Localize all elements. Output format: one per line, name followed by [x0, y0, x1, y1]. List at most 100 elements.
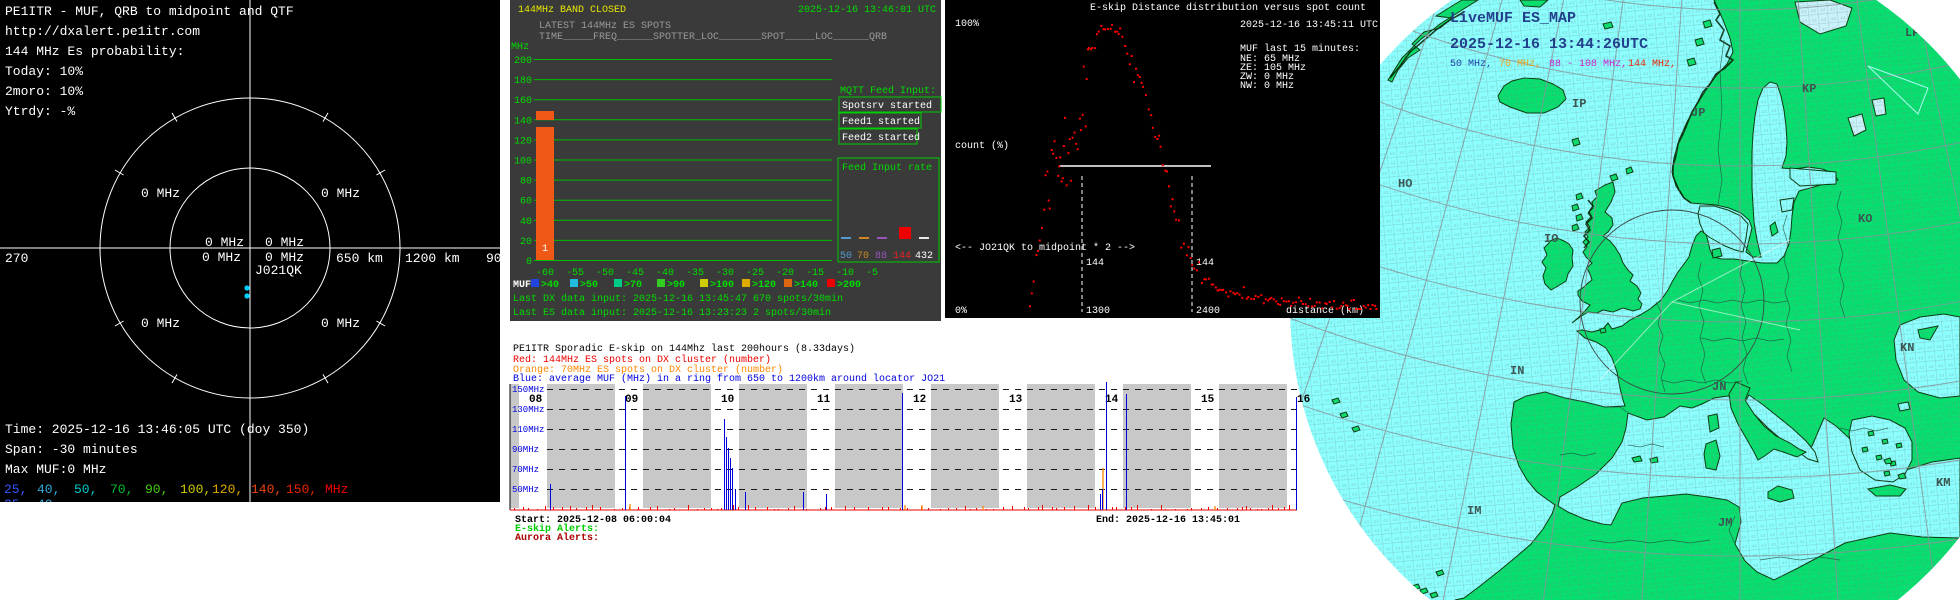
svg-text:120,: 120, — [212, 482, 243, 497]
svg-text:distance (km): distance (km) — [1286, 305, 1364, 317]
svg-text:14: 14 — [1105, 394, 1119, 406]
svg-text:144: 144 — [893, 251, 911, 262]
svg-text:Feed Input rate: Feed Input rate — [842, 162, 932, 174]
svg-text:Aurora Alerts:: Aurora Alerts: — [515, 532, 599, 544]
svg-text:Feed1 started: Feed1 started — [842, 116, 920, 128]
svg-text:90MHz: 90MHz — [512, 445, 539, 455]
svg-text:-20: -20 — [776, 268, 794, 279]
svg-text:KN: KN — [1900, 341, 1914, 355]
svg-text:>120: >120 — [752, 280, 776, 291]
svg-text:Max MUF:0 MHz: Max MUF:0 MHz — [5, 462, 106, 477]
svg-text:0 MHz: 0 MHz — [265, 235, 304, 250]
svg-text:650 km: 650 km — [336, 251, 383, 266]
svg-text:MQTT Feed Input:: MQTT Feed Input: — [840, 85, 936, 97]
svg-text:270: 270 — [5, 251, 28, 266]
svg-text:-45: -45 — [626, 268, 644, 279]
svg-text:144: 144 — [1196, 258, 1214, 269]
svg-text:0 MHz: 0 MHz — [202, 250, 241, 265]
svg-text:-50: -50 — [596, 268, 614, 279]
svg-text:90: 90 — [486, 251, 502, 266]
svg-text:70,: 70, — [110, 482, 133, 497]
svg-text:IO: IO — [1544, 232, 1558, 246]
svg-text:<-- JO21QK to midpoint * 2 -->: <-- JO21QK to midpoint * 2 --> — [955, 242, 1135, 254]
svg-text:2025-12-16 13:45:11 UTC: 2025-12-16 13:45:11 UTC — [1240, 20, 1378, 31]
svg-text:Blue: average MUF (MHz) in a r: Blue: average MUF (MHz) in a ring from 6… — [513, 373, 945, 385]
svg-text:LiveMUF ES_MAP: LiveMUF ES_MAP — [1450, 10, 1576, 27]
svg-text:IP: IP — [1572, 97, 1586, 111]
svg-text:50,: 50, — [74, 482, 97, 497]
svg-text:160: 160 — [514, 96, 532, 107]
svg-text:180: 180 — [514, 76, 532, 87]
svg-text:Span: -30 minutes: Span: -30 minutes — [5, 442, 138, 457]
svg-text:50MHz: 50MHz — [512, 485, 539, 495]
svg-text:80: 80 — [520, 177, 532, 188]
svg-text:-25: -25 — [746, 268, 764, 279]
svg-text:>140: >140 — [794, 280, 818, 291]
svg-text:144 MHz,: 144 MHz, — [1628, 59, 1676, 70]
svg-text:1200 km: 1200 km — [405, 251, 460, 266]
svg-text:KO: KO — [1858, 212, 1872, 226]
svg-text:12: 12 — [913, 394, 926, 406]
svg-text:200: 200 — [514, 56, 532, 67]
svg-text:>50: >50 — [580, 280, 598, 291]
svg-text:NW: 0 MHz: NW: 0 MHz — [1240, 81, 1294, 92]
svg-text:150MHz: 150MHz — [512, 385, 544, 395]
svg-text:50: 50 — [840, 251, 852, 262]
svg-text:JP: JP — [1691, 106, 1705, 120]
svg-text:120: 120 — [514, 136, 532, 147]
svg-text:>90: >90 — [667, 280, 685, 291]
svg-text:count (%): count (%) — [955, 140, 1009, 152]
svg-text:2moro: 10%: 2moro: 10% — [5, 84, 83, 99]
svg-text:70MHz: 70MHz — [512, 465, 539, 475]
svg-text:MHz: MHz — [325, 482, 348, 497]
svg-text:0 MHz: 0 MHz — [321, 186, 360, 201]
svg-text:>200: >200 — [837, 280, 861, 291]
svg-text:>40: >40 — [541, 280, 559, 291]
svg-text:-15: -15 — [806, 268, 824, 279]
svg-text:Spotsrv started: Spotsrv started — [842, 100, 932, 112]
svg-text:432: 432 — [915, 251, 933, 262]
svg-text:13: 13 — [1009, 394, 1023, 406]
svg-text:MUF: MUF — [513, 280, 531, 291]
svg-text:TIME_____FREQ______SPOTTER_LOC: TIME_____FREQ______SPOTTER_LOC_______SPO… — [539, 32, 887, 43]
svg-text:http://dxalert.pe1itr.com: http://dxalert.pe1itr.com — [5, 24, 200, 39]
svg-text:50 MHz,: 50 MHz, — [1450, 59, 1492, 70]
svg-text:16: 16 — [1297, 394, 1310, 406]
svg-text:60: 60 — [520, 197, 532, 208]
svg-text:100: 100 — [514, 157, 532, 168]
svg-text:140,: 140, — [251, 482, 282, 497]
svg-text:130MHz: 130MHz — [512, 405, 544, 415]
svg-text:70 MHz,: 70 MHz, — [1499, 59, 1541, 70]
svg-text:100,: 100, — [180, 482, 211, 497]
svg-text:Time: 2025-12-16 13:46:05 UTC: Time: 2025-12-16 13:46:05 UTC (doy 350) — [5, 422, 309, 437]
svg-text:End: 2025-12-16 13:45:01: End: 2025-12-16 13:45:01 — [1096, 514, 1240, 526]
svg-text:Ytrdy: -%: Ytrdy: -% — [5, 104, 75, 119]
svg-text:JM: JM — [1718, 516, 1732, 530]
svg-text:Today: 10%: Today: 10% — [5, 64, 83, 79]
svg-text:0%: 0% — [955, 306, 967, 317]
svg-text:150,: 150, — [286, 482, 317, 497]
svg-text:2400: 2400 — [1196, 306, 1220, 317]
svg-text:11: 11 — [817, 394, 831, 406]
svg-text:-60: -60 — [536, 268, 554, 279]
svg-text:2025-12-16 13:44:26UTC: 2025-12-16 13:44:26UTC — [1450, 36, 1648, 53]
svg-text:HO: HO — [1398, 177, 1412, 191]
svg-text:144: 144 — [1086, 258, 1104, 269]
svg-text:1: 1 — [542, 244, 548, 255]
svg-text:-30: -30 — [716, 268, 734, 279]
svg-text:KP: KP — [1802, 82, 1816, 96]
svg-text:0: 0 — [526, 257, 532, 268]
svg-text:KM: KM — [1936, 476, 1950, 490]
svg-text:LP: LP — [1905, 26, 1919, 40]
svg-text:E-skip Distance distribution v: E-skip Distance distribution versus spot… — [1090, 2, 1366, 14]
svg-text:40: 40 — [520, 217, 532, 228]
svg-text:1300: 1300 — [1086, 306, 1110, 317]
svg-text:40,: 40, — [37, 482, 60, 497]
svg-text:0 MHz: 0 MHz — [141, 186, 180, 201]
svg-text:2025-12-16 13:46:01 UTC: 2025-12-16 13:46:01 UTC — [798, 5, 936, 16]
svg-text:140: 140 — [514, 116, 532, 127]
svg-text:JN: JN — [1712, 380, 1726, 394]
svg-text:0 MHz: 0 MHz — [141, 316, 180, 331]
svg-text:0 MHz: 0 MHz — [205, 235, 244, 250]
svg-text:144MHz BAND CLOSED: 144MHz BAND CLOSED — [518, 5, 626, 16]
